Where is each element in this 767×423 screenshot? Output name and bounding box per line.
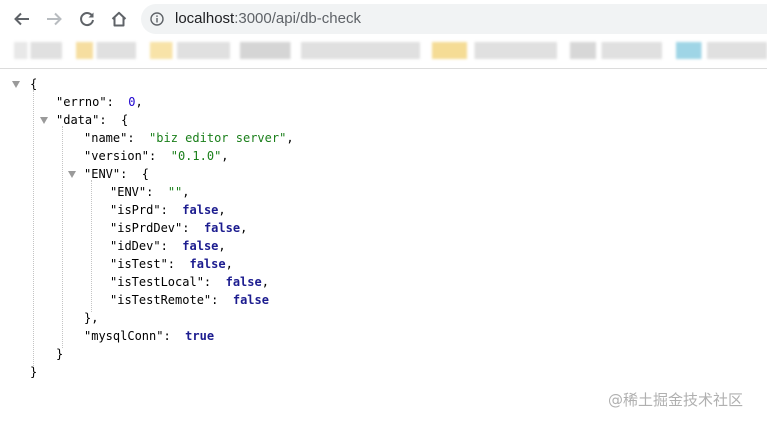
json-brace: { <box>30 77 38 91</box>
watermark: @稀土掘金技术社区 <box>608 391 744 409</box>
forward-button[interactable] <box>42 7 66 31</box>
json-key: "errno" <box>56 95 107 109</box>
browser-toolbar: localhost:3000/api/db-check <box>0 0 767 38</box>
json-boolean: false <box>225 275 262 289</box>
reload-button[interactable] <box>75 7 99 31</box>
json-brace: }, <box>84 311 99 325</box>
bookmarks-bar <box>0 38 767 68</box>
json-key: "isTestRemote" <box>110 293 212 307</box>
json-string: "0.1.0" <box>170 149 222 163</box>
json-line: "isPrd": false, <box>110 203 226 217</box>
json-line: "ENV": { <box>84 167 150 181</box>
json-key: "mysqlConn" <box>84 329 164 343</box>
json-number: 0 <box>128 95 136 109</box>
bookmark-item[interactable] <box>570 42 662 59</box>
info-icon[interactable] <box>150 12 164 26</box>
json-key: "version" <box>84 149 150 163</box>
json-viewer: { "errno": 0, "data": { "name": "biz edi… <box>0 69 767 423</box>
json-key: "name" <box>84 131 128 145</box>
url-path: :3000/api/db-check <box>234 10 361 27</box>
json-key: "idDev" <box>110 239 161 253</box>
arrow-left-icon <box>14 12 29 26</box>
json-line: "mysqlConn": true <box>84 329 215 343</box>
json-line: "idDev": false, <box>110 239 226 253</box>
json-boolean: false <box>182 203 219 217</box>
collapse-toggle[interactable] <box>68 171 76 178</box>
bookmark-item[interactable] <box>76 42 136 59</box>
json-line: "isTestLocal": false, <box>110 275 269 289</box>
home-icon <box>111 11 127 27</box>
json-line: "isTestRemote": false <box>110 293 269 307</box>
bookmark-item[interactable] <box>432 42 557 59</box>
json-key: "ENV" <box>84 167 121 181</box>
json-boolean: false <box>182 239 219 253</box>
json-key: "isPrdDev" <box>110 221 183 235</box>
json-key: "isTest" <box>110 257 168 271</box>
json-line: "name": "biz editor server", <box>84 131 294 145</box>
json-boolean: false <box>203 221 241 235</box>
collapse-toggle[interactable] <box>12 81 20 88</box>
json-line: "data": { <box>56 113 129 127</box>
json-boolean: false <box>232 293 269 307</box>
bookmark-item[interactable] <box>14 42 62 59</box>
indent-guide <box>62 126 63 348</box>
json-key: "ENV" <box>110 185 147 199</box>
bookmark-item[interactable] <box>676 42 767 59</box>
indent-guide <box>91 180 92 312</box>
json-line: { <box>30 75 37 93</box>
json-string: "biz editor server" <box>149 131 287 145</box>
json-line: }, <box>84 309 98 327</box>
json-line: } <box>30 363 37 381</box>
json-line: "isTest": false, <box>110 257 233 271</box>
json-key: "data" <box>56 113 100 127</box>
address-bar[interactable]: localhost:3000/api/db-check <box>141 4 767 34</box>
json-line: "version": "0.1.0", <box>84 149 229 163</box>
json-key: "isPrd" <box>110 203 161 217</box>
json-line: "isPrdDev": false, <box>110 221 248 235</box>
bookmark-item[interactable] <box>240 42 420 59</box>
bookmark-item[interactable] <box>150 42 230 59</box>
json-boolean: false <box>189 257 226 271</box>
json-line: "ENV": "", <box>110 185 190 199</box>
json-brace: } <box>56 347 64 361</box>
indent-guide <box>33 90 34 368</box>
home-button[interactable] <box>107 7 131 31</box>
json-brace: } <box>30 365 38 379</box>
json-key: "isTestLocal" <box>110 275 204 289</box>
back-button[interactable] <box>10 7 34 31</box>
json-boolean: true <box>185 329 215 343</box>
json-line: "errno": 0, <box>56 95 143 109</box>
json-string: "" <box>167 185 183 199</box>
collapse-toggle[interactable] <box>40 117 48 124</box>
url-text: localhost:3000/api/db-check <box>175 10 361 27</box>
arrow-right-icon <box>47 12 62 26</box>
reload-icon <box>80 12 94 27</box>
url-host: localhost <box>175 10 235 27</box>
json-line: } <box>56 345 63 363</box>
